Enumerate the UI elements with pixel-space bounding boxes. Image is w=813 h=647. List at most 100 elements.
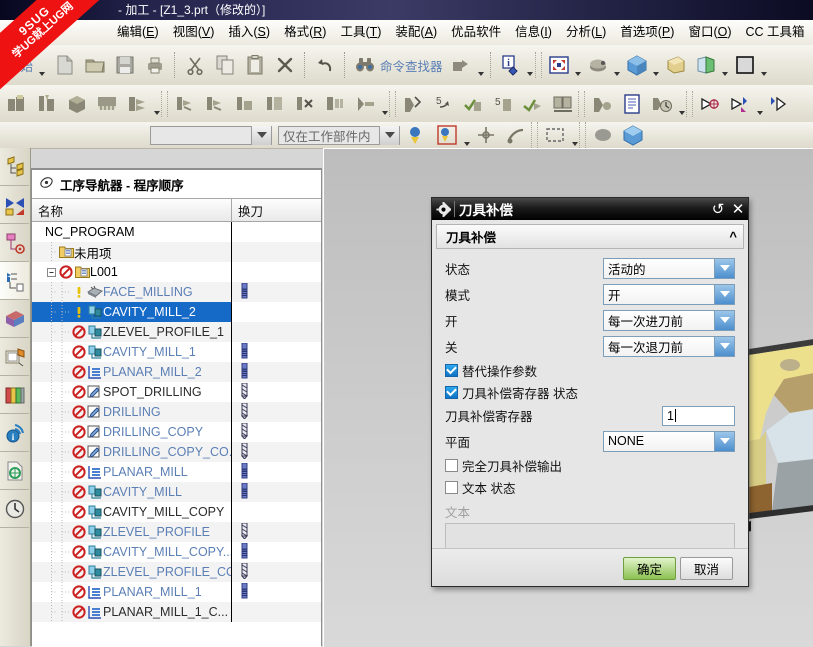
toolbar-grip[interactable] [686,90,693,117]
table-row[interactable]: ZLEVEL_PROFILE_CO... [32,562,321,582]
section-header-tool-compensation[interactable]: 刀具补偿 ^ [436,224,744,249]
tree-item-name-cell[interactable]: DRILLING_COPY_CO... [32,442,232,462]
menu-insert[interactable]: 插入(S) [221,23,277,42]
column-header-name[interactable]: 名称 [32,199,232,221]
table-row[interactable]: ZLEVEL_PROFILE [32,522,321,542]
tree-item-name-cell[interactable]: PLANAR_MILL_1_C... [32,602,232,622]
mode-dropdown[interactable]: 开 [603,283,735,305]
rectangle-select-icon[interactable] [540,119,570,151]
simulate-icon[interactable] [260,88,290,120]
shaded-view-icon[interactable] [622,49,652,81]
part-navigator-icon[interactable] [0,186,29,224]
table-row[interactable]: L001 [32,262,321,282]
rotate-view-icon[interactable] [583,49,613,81]
tree-item-name-cell[interactable]: 未用项 [32,242,232,262]
menu-cc-toolbox[interactable]: CC 工具箱 [739,23,812,42]
process-studio-icon[interactable] [0,338,29,376]
table-row[interactable]: CAVITY_MILL_COPY... [32,542,321,562]
open-file-icon[interactable] [80,49,110,81]
table-row[interactable]: ZLEVEL_PROFILE_1 [32,322,321,342]
table-row[interactable]: PLANAR_MILL_1_C... [32,602,321,622]
chevron-up-icon[interactable]: ^ [729,229,737,244]
table-row[interactable]: DRILLING_COPY_CO... [32,442,321,462]
table-row[interactable]: PLANAR_MILL_1 [32,582,321,602]
tool-path-divide-icon[interactable] [350,88,380,120]
web-browser-icon[interactable] [0,452,29,490]
create-program-icon[interactable] [2,88,32,120]
toolbar-grip[interactable] [579,122,586,148]
chevron-down-icon[interactable] [755,85,764,123]
tree-item-name-cell[interactable]: ZLEVEL_PROFILE [32,522,232,542]
cancel-button[interactable]: 取消 [680,557,733,580]
register-status-checkbox-row[interactable]: 刀具补偿寄存器 状态 [445,381,735,403]
register-status-checkbox[interactable] [445,385,458,399]
tree-item-name-cell[interactable]: CAVITY_MILL_COPY [32,502,232,522]
new-file-icon[interactable] [50,49,80,81]
table-row[interactable]: FACE_MILLING [32,282,321,302]
delete-toolpath-icon[interactable] [290,88,320,120]
chevron-down-icon[interactable] [380,85,389,123]
roles-icon[interactable] [0,376,29,414]
chevron-down-icon[interactable] [652,46,661,84]
system-info-icon[interactable]: i [0,414,29,452]
tree-item-name-cell[interactable]: CAVITY_MILL_1 [32,342,232,362]
chevron-down-icon[interactable] [613,46,622,84]
paste-icon[interactable] [240,49,270,81]
tree-item-name-cell[interactable]: ZLEVEL_PROFILE_1 [32,322,232,342]
menu-assembly[interactable]: 装配(A) [388,23,444,42]
cut-icon[interactable] [180,49,210,81]
edge-select-icon[interactable] [501,119,531,151]
tree-item-name-cell[interactable]: ZLEVEL_PROFILE_CO... [32,562,232,582]
step-forward-icon[interactable] [725,88,755,120]
create-method-icon[interactable] [92,88,122,120]
selection-scope-dropdown[interactable]: 仅在工作部件内 [278,125,400,145]
type-filter-dropdown[interactable] [150,125,272,145]
close-icon[interactable]: ✕ [728,200,748,219]
plane-dropdown[interactable]: NONE [603,430,735,452]
chevron-down-icon[interactable] [677,85,686,123]
full-output-checkbox[interactable] [445,458,458,472]
off-dropdown[interactable]: 每一次退刀前 [603,335,735,357]
tool-compensation-dialog[interactable]: 刀具补偿 ↺ ✕ 刀具补偿 ^ 状态 活动的 模式开开每一次进刀前关每一次退刀前 替… [431,197,749,587]
tree-expander[interactable] [45,262,58,282]
chevron-down-icon[interactable] [526,46,535,84]
approach-icon[interactable]: 5 [428,88,458,120]
chevron-down-icon[interactable] [714,258,734,278]
table-row[interactable]: CAVITY_MILL_COPY [32,502,321,522]
chevron-down-icon[interactable] [152,85,161,123]
replay-toolpath-icon[interactable] [200,88,230,120]
table-row[interactable]: CAVITY_MILL [32,482,321,502]
chevron-down-icon[interactable] [251,125,271,145]
dialog-reset-button[interactable]: ↺ [708,200,728,219]
section-view-icon[interactable] [661,49,691,81]
menu-youpin[interactable]: 优品软件 [444,23,508,42]
command-finder-label[interactable]: 命令查找器 [380,56,447,75]
create-operation-icon[interactable] [122,88,152,120]
face-select-icon[interactable] [471,119,501,151]
text-status-checkbox[interactable] [445,480,458,494]
undo-icon[interactable] [310,49,340,81]
table-row[interactable]: 未用项 [32,242,321,262]
postprocess-icon[interactable] [587,88,617,120]
status-dropdown[interactable]: 活动的 [603,257,735,279]
compare-icon[interactable] [548,88,578,120]
chevron-down-icon[interactable] [379,125,399,145]
tree-item-name-cell[interactable]: FACE_MILLING [32,282,232,302]
snap-point-icon[interactable] [402,119,432,151]
tree-item-name-cell[interactable]: PLANAR_MILL [32,462,232,482]
clip-view-icon[interactable] [691,49,721,81]
table-row[interactable]: CAVITY_MILL_2 [32,302,321,322]
report-icon[interactable] [617,88,647,120]
chevron-down-icon[interactable] [714,310,734,330]
print-icon[interactable] [140,49,170,81]
tree-item-name-cell[interactable]: CAVITY_MILL [32,482,232,502]
confirm-icon[interactable] [458,88,488,120]
dialog-titlebar[interactable]: 刀具补偿 ↺ ✕ [432,198,748,220]
information-icon[interactable]: i [496,49,526,81]
point-constructor-icon[interactable] [432,119,462,151]
fit-view-icon[interactable] [544,49,574,81]
verify-toolpath-icon[interactable] [230,88,260,120]
delete-icon[interactable] [270,49,300,81]
table-row[interactable]: PLANAR_MILL [32,462,321,482]
tree-item-name-cell[interactable]: L001 [32,262,232,282]
